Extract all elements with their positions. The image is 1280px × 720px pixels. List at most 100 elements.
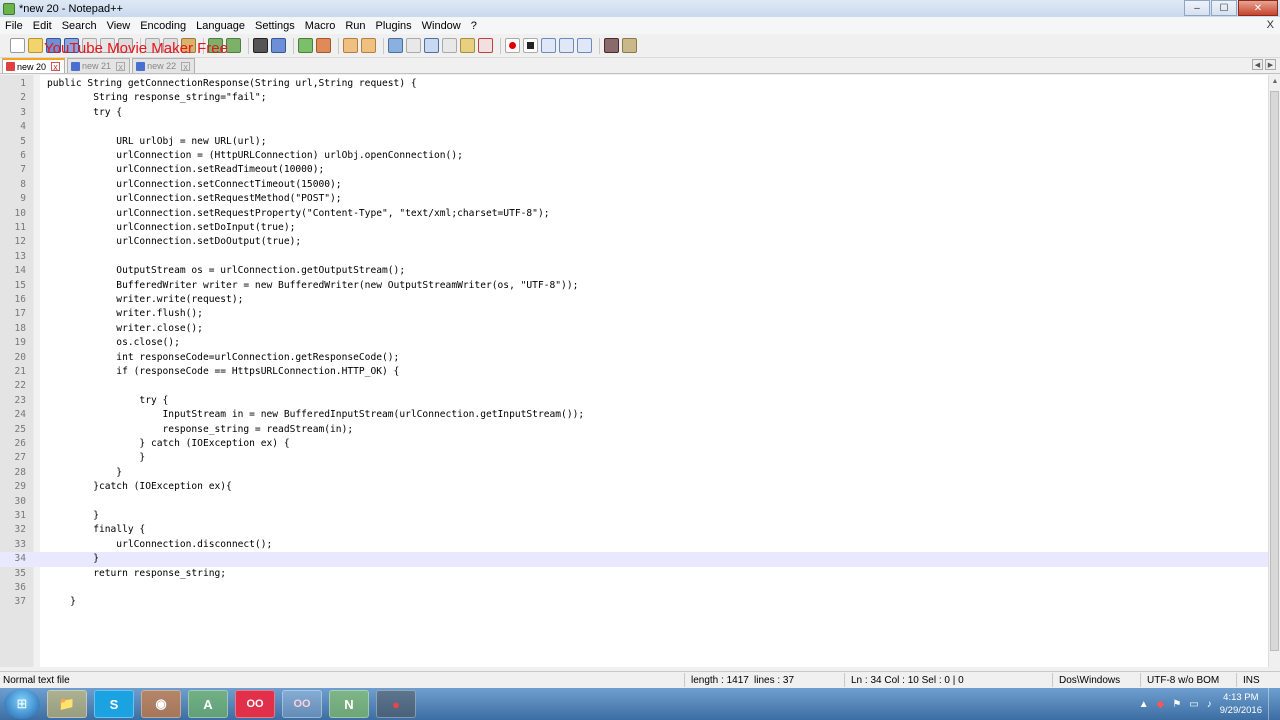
tab-scroll-right-icon[interactable]: ▶ bbox=[1265, 59, 1276, 70]
zoom-in-icon[interactable] bbox=[298, 38, 313, 53]
close-button[interactable]: ✕ bbox=[1238, 0, 1278, 16]
close-document-icon[interactable]: X bbox=[1267, 19, 1274, 31]
new-file-icon[interactable] bbox=[10, 38, 25, 53]
open-file-icon[interactable] bbox=[28, 38, 43, 53]
redo-icon[interactable] bbox=[226, 38, 241, 53]
code-line[interactable]: 5 URL urlObj = new URL(url); bbox=[0, 135, 1268, 149]
folder-workspace-icon[interactable] bbox=[478, 38, 493, 53]
code-line[interactable]: 9 urlConnection.setRequestMethod("POST")… bbox=[0, 192, 1268, 206]
tab-new-20[interactable]: new 20 x bbox=[2, 58, 66, 73]
code-line[interactable]: 12 urlConnection.setDoOutput(true); bbox=[0, 235, 1268, 249]
code-line[interactable]: 3 try { bbox=[0, 106, 1268, 120]
menu-encoding[interactable]: Encoding bbox=[135, 20, 191, 32]
tab-scroll-left-icon[interactable]: ◀ bbox=[1252, 59, 1263, 70]
show-hidden-icons-icon[interactable]: ▲ bbox=[1139, 699, 1149, 710]
menu-edit[interactable]: Edit bbox=[28, 20, 57, 32]
code-editor[interactable]: 1 public String getConnectionResponse(Str… bbox=[0, 75, 1268, 667]
code-line[interactable]: 34 } bbox=[0, 552, 1268, 567]
menu-language[interactable]: Language bbox=[191, 20, 250, 32]
code-line[interactable]: 32 finally { bbox=[0, 523, 1268, 537]
antivirus-icon[interactable]: ◆ bbox=[1157, 699, 1165, 710]
sync-horizontal-icon[interactable] bbox=[361, 38, 376, 53]
vertical-scrollbar[interactable]: ▲ bbox=[1268, 75, 1280, 667]
taskbar-firefox[interactable]: ◉ bbox=[141, 690, 181, 718]
code-line[interactable]: 30 bbox=[0, 495, 1268, 509]
tab-close-icon[interactable]: x bbox=[51, 62, 61, 72]
word-wrap-icon[interactable] bbox=[388, 38, 403, 53]
taskbar-notepadpp[interactable]: N bbox=[329, 690, 369, 718]
volume-icon[interactable]: ♪ bbox=[1207, 699, 1212, 710]
replace-icon[interactable] bbox=[271, 38, 286, 53]
code-line[interactable]: 1 public String getConnectionResponse(Str… bbox=[0, 77, 1268, 91]
code-line[interactable]: 27 } bbox=[0, 451, 1268, 465]
menu-settings[interactable]: Settings bbox=[250, 20, 300, 32]
function-list-icon[interactable] bbox=[460, 38, 475, 53]
show-all-chars-icon[interactable] bbox=[406, 38, 421, 53]
system-clock[interactable]: 4:13 PM 9/29/2016 bbox=[1220, 691, 1262, 717]
code-line[interactable]: 29 }catch (IOException ex){ bbox=[0, 480, 1268, 494]
scroll-thumb[interactable] bbox=[1270, 91, 1279, 651]
taskbar-app-oo[interactable]: OO bbox=[282, 690, 322, 718]
tab-close-icon[interactable]: x bbox=[116, 61, 126, 71]
indent-guide-icon[interactable] bbox=[424, 38, 439, 53]
code-line[interactable]: 17 writer.flush(); bbox=[0, 307, 1268, 321]
code-line[interactable]: 19 os.close(); bbox=[0, 336, 1268, 350]
show-desktop-button[interactable] bbox=[1268, 688, 1280, 720]
plugin-icon[interactable] bbox=[622, 38, 637, 53]
network-icon[interactable]: ▭ bbox=[1189, 699, 1198, 710]
code-line[interactable]: 36 bbox=[0, 581, 1268, 595]
taskbar-app-oo-red[interactable]: OO bbox=[235, 690, 275, 718]
code-line[interactable]: 11 urlConnection.setDoInput(true); bbox=[0, 221, 1268, 235]
doc-map-icon[interactable] bbox=[442, 38, 457, 53]
find-icon[interactable] bbox=[253, 38, 268, 53]
code-line[interactable]: 22 bbox=[0, 379, 1268, 393]
menu-plugins[interactable]: Plugins bbox=[371, 20, 417, 32]
code-line[interactable]: 4 bbox=[0, 120, 1268, 134]
zoom-out-icon[interactable] bbox=[316, 38, 331, 53]
code-line[interactable]: 28 } bbox=[0, 466, 1268, 480]
spell-check-icon[interactable] bbox=[604, 38, 619, 53]
sync-vertical-icon[interactable] bbox=[343, 38, 358, 53]
code-line[interactable]: 7 urlConnection.setReadTimeout(10000); bbox=[0, 163, 1268, 177]
code-line[interactable]: 20 int responseCode=urlConnection.getRes… bbox=[0, 351, 1268, 365]
minimize-button[interactable]: – bbox=[1184, 0, 1210, 16]
action-center-icon[interactable]: ⚑ bbox=[1172, 699, 1181, 710]
code-line[interactable]: 8 urlConnection.setConnectTimeout(15000)… bbox=[0, 178, 1268, 192]
taskbar-explorer[interactable]: 📁 bbox=[47, 690, 87, 718]
code-line[interactable]: 6 urlConnection = (HttpURLConnection) ur… bbox=[0, 149, 1268, 163]
start-button[interactable]: ⊞ bbox=[4, 689, 40, 719]
play-macro-icon[interactable] bbox=[541, 38, 556, 53]
code-line[interactable]: 25 response_string = readStream(in); bbox=[0, 423, 1268, 437]
menu-file[interactable]: File bbox=[0, 20, 28, 32]
tab-new-22[interactable]: new 22 x bbox=[132, 58, 196, 73]
menu-run[interactable]: Run bbox=[340, 20, 370, 32]
scroll-up-icon[interactable]: ▲ bbox=[1269, 75, 1280, 89]
taskbar-skype[interactable]: S bbox=[94, 690, 134, 718]
code-line[interactable]: 37 } bbox=[0, 595, 1268, 609]
menu-macro[interactable]: Macro bbox=[300, 20, 341, 32]
maximize-button[interactable]: ☐ bbox=[1211, 0, 1237, 16]
menu-window[interactable]: Window bbox=[417, 20, 466, 32]
code-line[interactable]: 10 urlConnection.setRequestProperty("Con… bbox=[0, 207, 1268, 221]
code-line[interactable]: 23 try { bbox=[0, 394, 1268, 408]
code-line[interactable]: 15 BufferedWriter writer = new BufferedW… bbox=[0, 279, 1268, 293]
taskbar-android-studio[interactable]: A bbox=[188, 690, 228, 718]
code-line[interactable]: 16 writer.write(request); bbox=[0, 293, 1268, 307]
code-line[interactable]: 14 OutputStream os = urlConnection.getOu… bbox=[0, 264, 1268, 278]
code-line[interactable]: 18 writer.close(); bbox=[0, 322, 1268, 336]
menu-view[interactable]: View bbox=[102, 20, 136, 32]
code-line[interactable]: 2 String response_string="fail"; bbox=[0, 91, 1268, 105]
tab-close-icon[interactable]: x bbox=[181, 61, 191, 71]
code-line[interactable]: 21 if (responseCode == HttpsURLConnectio… bbox=[0, 365, 1268, 379]
code-line[interactable]: 26 } catch (IOException ex) { bbox=[0, 437, 1268, 451]
code-line[interactable]: 33 urlConnection.disconnect(); bbox=[0, 538, 1268, 552]
code-line[interactable]: 31 } bbox=[0, 509, 1268, 523]
code-line[interactable]: 24 InputStream in = new BufferedInputStr… bbox=[0, 408, 1268, 422]
menu-help[interactable]: ? bbox=[466, 20, 482, 32]
code-line[interactable]: 35 return response_string; bbox=[0, 567, 1268, 581]
code-line[interactable]: 13 bbox=[0, 250, 1268, 264]
run-macro-multiple-icon[interactable] bbox=[559, 38, 574, 53]
menu-search[interactable]: Search bbox=[57, 20, 102, 32]
record-macro-icon[interactable] bbox=[505, 38, 520, 53]
taskbar-media[interactable]: ● bbox=[376, 690, 416, 718]
